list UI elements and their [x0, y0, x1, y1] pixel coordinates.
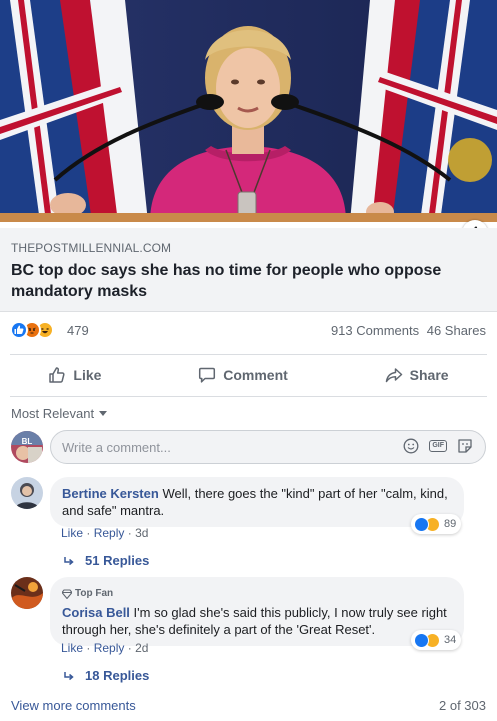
current-user-avatar[interactable]: BL [11, 431, 43, 463]
like-reaction-icon [414, 516, 429, 532]
reply-arrow-icon [64, 671, 74, 680]
engagement-counts: 913 Comments 46 Shares [327, 323, 486, 338]
press-conference-photo [0, 0, 497, 222]
thumbs-up-icon [49, 367, 65, 383]
link-domain: THEPOSTMILLENNIAL.COM [11, 241, 172, 255]
share-label: Share [409, 367, 449, 383]
caret-down-icon [99, 411, 108, 416]
replies-count: 51 Replies [85, 553, 150, 568]
comment-bubble: Bertine Kersten Well, there goes the "ki… [50, 477, 464, 527]
comment-meta: Like · Reply · 2d [61, 641, 149, 655]
divider [10, 354, 487, 355]
like-button[interactable]: Like [48, 366, 101, 384]
comment-bubble: Top Fan Corisa Bell I'm so glad she's sa… [50, 577, 464, 646]
view-more-comments-link[interactable]: View more comments [11, 698, 136, 713]
share-arrow-icon [385, 368, 402, 383]
composer-icons: GIF [393, 438, 473, 454]
comment-composer[interactable]: Write a comment... GIF [50, 430, 486, 464]
comment-like-link[interactable]: Like [61, 641, 83, 655]
replies-count: 18 Replies [85, 668, 150, 683]
link-preview[interactable]: THEPOSTMILLENNIAL.COM BC top doc says sh… [0, 228, 497, 312]
action-bar: Like Comment Share [0, 356, 497, 394]
comment-time[interactable]: 2d [135, 641, 148, 655]
comment-sort-dropdown[interactable]: Most Relevant [11, 406, 108, 421]
top-fan-badge: Top Fan [62, 585, 452, 602]
svg-text:BL: BL [22, 437, 33, 446]
comment-reaction-count: 89 [444, 518, 457, 530]
gif-icon[interactable]: GIF [429, 440, 447, 452]
sort-label: Most Relevant [11, 406, 95, 421]
diamond-icon [62, 588, 72, 599]
comment-meta: Like · Reply · 3d [61, 526, 149, 540]
comments-count[interactable]: 913 Comments [331, 323, 419, 338]
comment-author[interactable]: Bertine Kersten [62, 486, 159, 501]
reply-arrow-icon [64, 556, 74, 565]
reaction-icons[interactable] [10, 321, 54, 339]
comment-like-link[interactable]: Like [61, 526, 83, 540]
reaction-summary: 479 913 Comments 46 Shares [0, 318, 497, 346]
sticker-icon[interactable] [457, 438, 473, 454]
comment-reaction-count: 34 [444, 634, 457, 646]
comment-reactions[interactable]: 89 [411, 514, 462, 534]
comment-author[interactable]: Corisa Bell [62, 605, 130, 620]
comment-reply-link[interactable]: Reply [94, 641, 125, 655]
comment-reply-link[interactable]: Reply [94, 526, 125, 540]
commenter-avatar[interactable] [11, 477, 43, 509]
composer-placeholder: Write a comment... [62, 440, 171, 455]
divider [10, 396, 487, 397]
shares-count[interactable]: 46 Shares [427, 323, 486, 338]
reaction-count[interactable]: 479 [67, 323, 89, 338]
emoji-icon[interactable] [403, 438, 419, 454]
share-button[interactable]: Share [385, 366, 449, 384]
view-replies-link[interactable]: 51 Replies [63, 553, 149, 568]
post-image[interactable] [0, 0, 497, 222]
top-fan-label: Top Fan [75, 588, 114, 599]
link-headline[interactable]: BC top doc says she has no time for peop… [11, 260, 481, 302]
like-reaction-icon [10, 321, 28, 339]
comment-time[interactable]: 3d [135, 526, 148, 540]
comment-reactions[interactable]: 34 [411, 630, 462, 650]
comment-label: Comment [223, 367, 288, 383]
like-label: Like [73, 367, 102, 383]
commenter-avatar[interactable] [11, 577, 43, 609]
comment-button[interactable]: Comment [198, 366, 288, 384]
view-replies-link[interactable]: 18 Replies [63, 668, 149, 683]
comment-pagination: 2 of 303 [439, 698, 486, 713]
like-reaction-icon [414, 632, 429, 648]
speech-bubble-icon [199, 367, 216, 383]
